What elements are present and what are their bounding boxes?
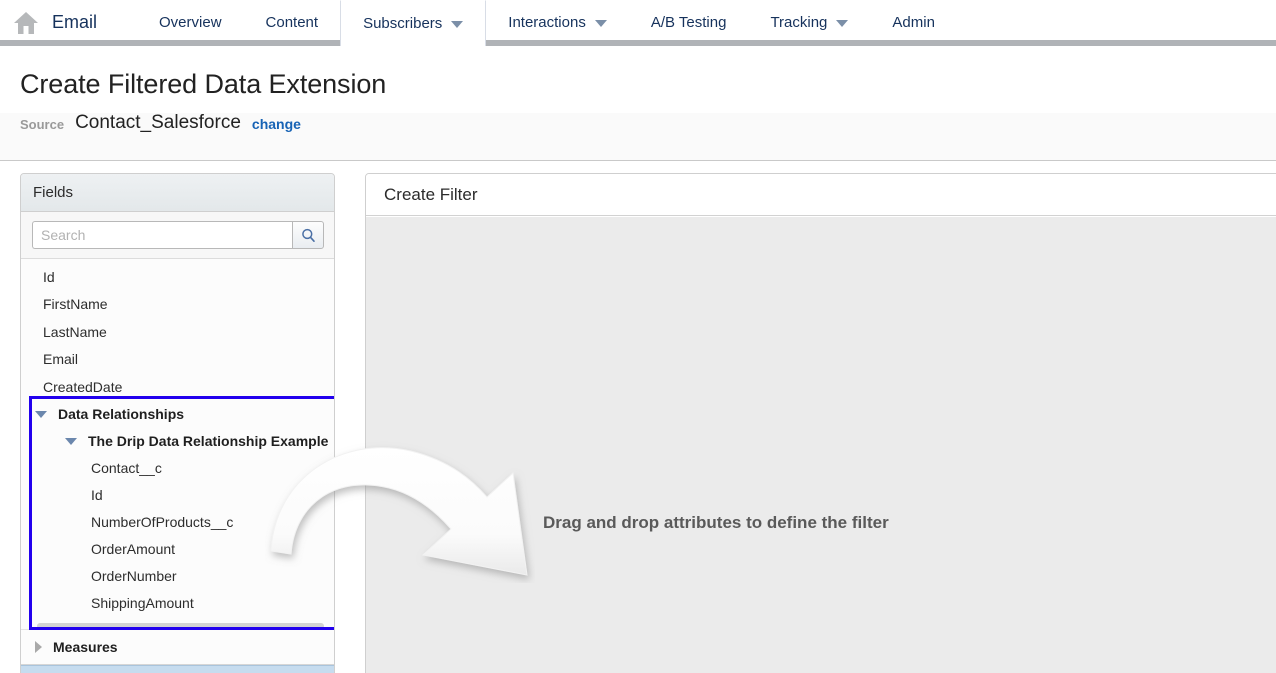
- drop-hint-text: Drag and drop attributes to define the f…: [543, 513, 889, 532]
- relationship-field[interactable]: OrderNumber: [21, 563, 334, 590]
- chevron-down-icon: [65, 437, 77, 445]
- nav-tab-interactions[interactable]: Interactions: [486, 0, 629, 46]
- change-source-link[interactable]: change: [252, 113, 301, 132]
- filter-drop-area[interactable]: Drag and drop attributes to define the f…: [366, 217, 1276, 673]
- nav-tab-overview[interactable]: Overview: [137, 0, 244, 46]
- home-icon[interactable]: [0, 0, 52, 45]
- filters-section-header[interactable]: Filters: [21, 664, 334, 673]
- relationship-field[interactable]: OrderAmount: [21, 536, 334, 563]
- nav-tab-label: Interactions: [508, 14, 586, 31]
- search-button[interactable]: [292, 221, 324, 249]
- chevron-down-icon: [451, 20, 464, 28]
- search-icon: [301, 228, 315, 242]
- field-list: Id FirstName LastName Email CreatedDate: [21, 259, 334, 401]
- source-label: Source: [20, 117, 65, 132]
- search-input[interactable]: [32, 221, 292, 249]
- nav-tab-ab-testing[interactable]: A/B Testing: [629, 0, 749, 46]
- relationship-field[interactable]: Id: [21, 482, 334, 509]
- field-item[interactable]: CreatedDate: [21, 373, 334, 401]
- chevron-down-icon: [594, 20, 607, 27]
- fields-search-row: [21, 212, 334, 259]
- measures-label: Measures: [53, 638, 118, 655]
- chevron-right-icon: [35, 640, 42, 653]
- create-filter-header: Create Filter: [366, 174, 1276, 216]
- nav-tab-label: Overview: [159, 14, 222, 31]
- fields-panel-header: Fields: [21, 174, 334, 212]
- nav-tab-label: Content: [265, 14, 319, 31]
- chevron-down-icon: [35, 410, 47, 418]
- nav-tab-label: Tracking: [770, 14, 828, 31]
- data-relationships-toggle[interactable]: Data Relationships: [21, 401, 334, 428]
- work-area: Fields Id FirstName LastName Email Creat…: [0, 161, 1276, 673]
- measures-toggle[interactable]: Measures: [21, 628, 334, 665]
- app-name: Email: [52, 12, 98, 32]
- nav-tab-tracking[interactable]: Tracking: [748, 0, 870, 46]
- nav-tab-admin[interactable]: Admin: [870, 0, 957, 46]
- nav-tab-content[interactable]: Content: [244, 0, 341, 46]
- create-filter-panel: Create Filter Drag and drop attributes t…: [365, 173, 1276, 673]
- field-item[interactable]: Email: [21, 346, 334, 374]
- data-relationships-label: Data Relationships: [58, 406, 185, 422]
- nav-tab-label: A/B Testing: [650, 14, 727, 31]
- relationship-field[interactable]: Contact__c: [21, 455, 334, 482]
- nav-tab-label: Subscribers: [363, 14, 443, 32]
- source-bar: Source Contact_Salesforce change: [0, 113, 1276, 161]
- page-header: Create Filtered Data Extension: [0, 45, 1276, 100]
- relationship-field[interactable]: NumberOfProducts__c: [21, 509, 334, 536]
- relationship-field[interactable]: ShippingAmount: [21, 590, 334, 617]
- top-navigation-bar: Email Overview Content Subscribers Inter…: [0, 0, 1276, 46]
- nav-tab-list: Overview Content Subscribers Interaction…: [137, 0, 957, 46]
- field-item[interactable]: FirstName: [21, 291, 334, 319]
- nav-tab-subscribers[interactable]: Subscribers: [340, 0, 487, 46]
- fields-panel: Fields Id FirstName LastName Email Creat…: [20, 173, 335, 673]
- data-relationships-group: Data Relationships The Drip Data Relatio…: [21, 400, 334, 629]
- relationship-node-toggle[interactable]: The Drip Data Relationship Example: [21, 428, 334, 455]
- chevron-down-icon: [836, 20, 849, 27]
- relationship-node-label: The Drip Data Relationship Example: [88, 433, 329, 449]
- source-value: Contact_Salesforce: [75, 112, 241, 133]
- nav-tab-label: Admin: [892, 14, 935, 31]
- field-item[interactable]: LastName: [21, 318, 334, 346]
- field-item[interactable]: Id: [21, 263, 334, 291]
- page-title: Create Filtered Data Extension: [20, 69, 387, 99]
